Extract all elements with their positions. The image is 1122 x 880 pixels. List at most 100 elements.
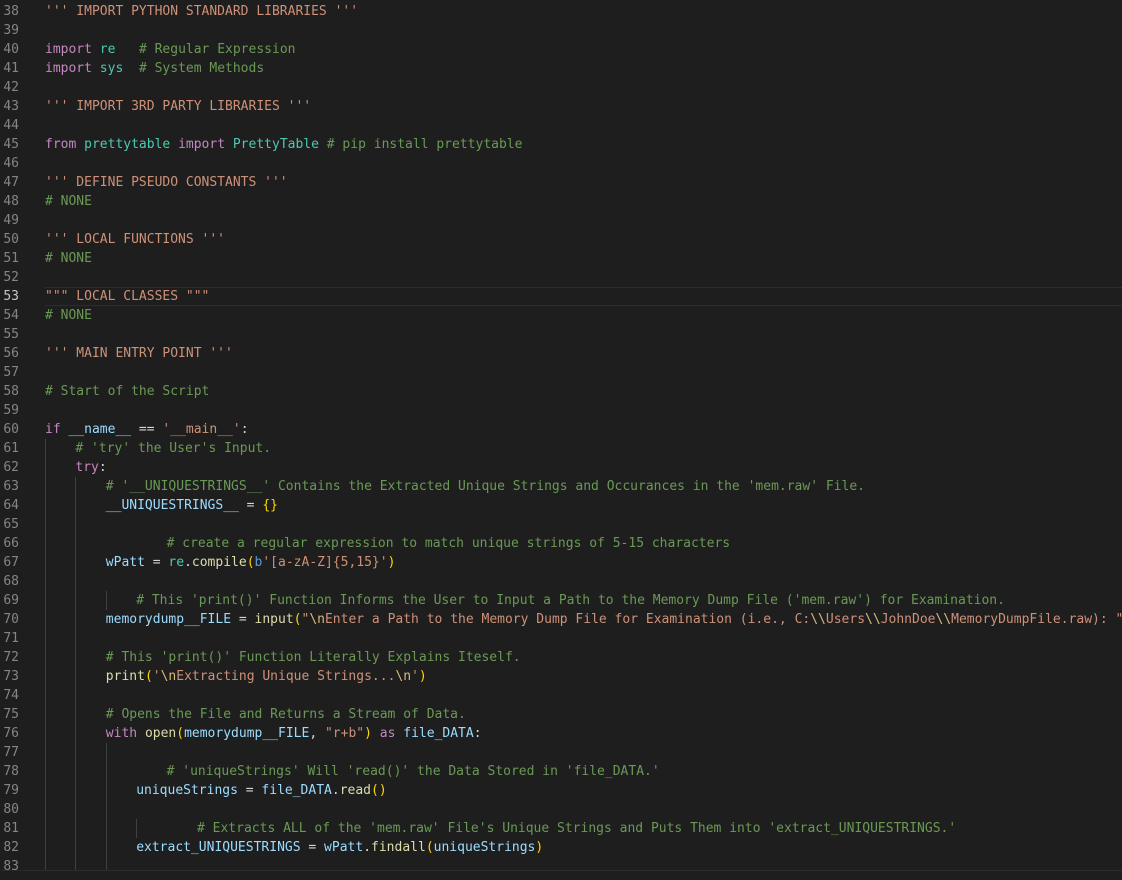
code-token: ( xyxy=(176,726,185,741)
code-token: # This 'print()' Function Informs the Us… xyxy=(136,593,1005,608)
code-line-66[interactable]: 66 # create a regular expression to match… xyxy=(0,534,1122,553)
line-number: 43 xyxy=(3,99,19,114)
code-line-55[interactable]: 55 xyxy=(0,325,1122,344)
code-line-73[interactable]: 73 print('\nExtracting Unique Strings...\… xyxy=(0,667,1122,686)
code-token: ''' LOCAL FUNCTIONS ''' xyxy=(45,232,226,247)
code-editor[interactable]: 38 ''' IMPORT PYTHON STANDARD LIBRARIES '… xyxy=(0,0,1122,870)
code-line-81[interactable]: 81 # Extracts ALL of the 'mem.raw' File's… xyxy=(0,819,1122,838)
line-number: 65 xyxy=(3,517,19,532)
code-line-82[interactable]: 82 extract_UNIQUESTRINGS = wPatt.findall(… xyxy=(0,838,1122,857)
code-line-74[interactable]: 74 xyxy=(0,686,1122,705)
code-line-39[interactable]: 39 xyxy=(0,21,1122,40)
code-text: # '__UNIQUESTRINGS__' Contains the Extra… xyxy=(106,477,865,496)
code-token: with xyxy=(105,726,138,741)
code-line-48[interactable]: 48 # NONE xyxy=(0,192,1122,211)
code-text: # Extracts ALL of the 'mem.raw' File's U… xyxy=(197,819,956,838)
code-text: import sys # System Methods xyxy=(45,59,264,78)
code-line-72[interactable]: 72 # This 'print()' Function Literally Ex… xyxy=(0,648,1122,667)
line-number: 83 xyxy=(3,859,19,870)
code-line-47[interactable]: 47 ''' DEFINE PSEUDO CONSTANTS ''' xyxy=(0,173,1122,192)
code-text: ''' DEFINE PSEUDO CONSTANTS ''' xyxy=(45,173,288,192)
code-line-70[interactable]: 70 memorydump__FILE = input("\nEnter a Pa… xyxy=(0,610,1122,629)
code-token: == xyxy=(131,422,163,437)
code-line-44[interactable]: 44 xyxy=(0,116,1122,135)
code-token: wPatt xyxy=(105,555,145,570)
code-line-64[interactable]: 64 __UNIQUESTRINGS__ = {} xyxy=(0,496,1122,515)
code-line-40[interactable]: 40 import re # Regular Expression xyxy=(0,40,1122,59)
code-line-80[interactable]: 80 xyxy=(0,800,1122,819)
code-line-56[interactable]: 56 ''' MAIN ENTRY POINT ''' xyxy=(0,344,1122,363)
code-token: memorydump__FILE xyxy=(105,612,232,627)
code-line-45[interactable]: 45 from prettytable import PrettyTable # … xyxy=(0,135,1122,154)
code-line-57[interactable]: 57 xyxy=(0,363,1122,382)
code-line-68[interactable]: 68 xyxy=(0,572,1122,591)
code-token: compile xyxy=(191,555,247,570)
code-text: from prettytable import PrettyTable # pi… xyxy=(45,135,522,154)
code-token: = xyxy=(237,783,262,798)
code-line-58[interactable]: 58 # Start of the Script xyxy=(0,382,1122,401)
code-token: as xyxy=(379,726,396,741)
code-token: ) xyxy=(387,555,396,570)
code-line-75[interactable]: 75 # Opens the File and Returns a Stream … xyxy=(0,705,1122,724)
code-token: () xyxy=(371,783,387,798)
code-line-41[interactable]: 41 import sys # System Methods xyxy=(0,59,1122,78)
code-line-61[interactable]: 61 # 'try' the User's Input. xyxy=(0,439,1122,458)
code-line-67[interactable]: 67 wPatt = re.compile(b'[a-zA-Z]{5,15}') xyxy=(0,553,1122,572)
code-text: """ LOCAL CLASSES """ xyxy=(45,287,209,306)
code-text: try: xyxy=(75,458,106,477)
code-token: # Regular Expression xyxy=(138,42,296,57)
line-number: 52 xyxy=(3,270,19,285)
code-token: \n xyxy=(309,612,325,627)
code-line-52[interactable]: 52 xyxy=(0,268,1122,287)
code-line-83[interactable]: 83 xyxy=(0,857,1122,870)
indent-guide xyxy=(105,591,107,610)
code-text: # create a regular expression to match u… xyxy=(167,534,731,553)
code-text: import re # Regular Expression xyxy=(45,40,295,59)
code-line-43[interactable]: 43 ''' IMPORT 3RD PARTY LIBRARIES ''' xyxy=(0,97,1122,116)
code-token: extract_UNIQUESTRINGS xyxy=(136,840,301,855)
indent-guide xyxy=(136,819,138,838)
code-line-65[interactable]: 65 xyxy=(0,515,1122,534)
code-token: ' xyxy=(152,669,161,684)
code-line-71[interactable]: 71 xyxy=(0,629,1122,648)
code-token: # 'uniqueStrings' Will 'read()' the Data… xyxy=(166,764,660,779)
code-token: # This 'print()' Function Literally Expl… xyxy=(105,650,521,665)
code-line-77[interactable]: 77 xyxy=(0,743,1122,762)
line-number: 51 xyxy=(3,251,19,266)
code-token: input xyxy=(254,612,294,627)
code-line-60[interactable]: 60 if __name__ == '__main__': xyxy=(0,420,1122,439)
code-line-54[interactable]: 54 # NONE xyxy=(0,306,1122,325)
line-number: 42 xyxy=(3,80,19,95)
code-token: # NONE xyxy=(45,251,92,266)
code-line-38[interactable]: 38 ''' IMPORT PYTHON STANDARD LIBRARIES '… xyxy=(0,2,1122,21)
line-number: 67 xyxy=(3,555,19,570)
line-number: 61 xyxy=(3,441,19,456)
code-token: ) xyxy=(418,669,427,684)
code-token: open xyxy=(144,726,177,741)
code-line-49[interactable]: 49 xyxy=(0,211,1122,230)
line-number: 46 xyxy=(3,156,19,171)
line-number: 38 xyxy=(3,4,19,19)
code-token: \n xyxy=(395,669,412,684)
line-number: 47 xyxy=(3,175,19,190)
code-line-76[interactable]: 76 with open(memorydump__FILE, "r+b") as … xyxy=(0,724,1122,743)
code-token: if xyxy=(45,422,61,437)
code-line-63[interactable]: 63 # '__UNIQUESTRINGS__' Contains the Ext… xyxy=(0,477,1122,496)
code-token: file_DATA xyxy=(261,783,332,798)
code-line-46[interactable]: 46 xyxy=(0,154,1122,173)
code-line-78[interactable]: 78 # 'uniqueStrings' Will 'read()' the Da… xyxy=(0,762,1122,781)
code-line-53[interactable]: 53 """ LOCAL CLASSES """ xyxy=(0,287,1122,306)
code-line-62[interactable]: 62 try: xyxy=(0,458,1122,477)
code-line-50[interactable]: 50 ''' LOCAL FUNCTIONS ''' xyxy=(0,230,1122,249)
code-line-51[interactable]: 51 # NONE xyxy=(0,249,1122,268)
code-line-42[interactable]: 42 xyxy=(0,78,1122,97)
code-line-79[interactable]: 79 uniqueStrings = file_DATA.read() xyxy=(0,781,1122,800)
code-line-69[interactable]: 69 # This 'print()' Function Informs the … xyxy=(0,591,1122,610)
indent-guide xyxy=(105,743,107,870)
code-token: ''' MAIN ENTRY POINT ''' xyxy=(45,346,233,361)
code-token: ( xyxy=(425,840,434,855)
code-line-59[interactable]: 59 xyxy=(0,401,1122,420)
code-token: ( xyxy=(246,555,255,570)
